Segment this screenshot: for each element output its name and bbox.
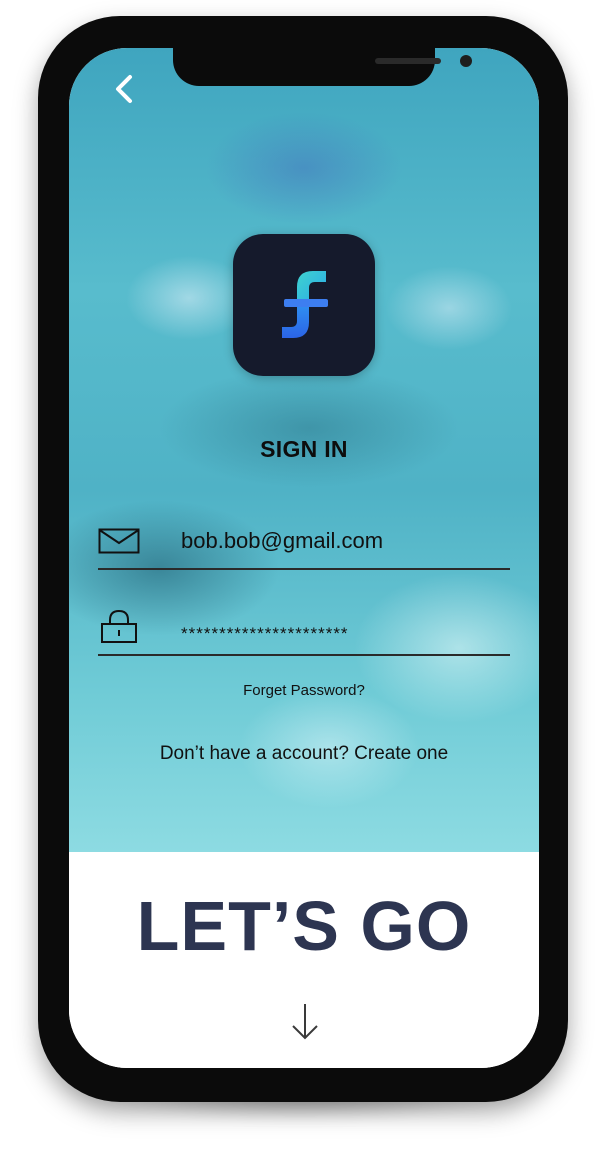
lets-go-button[interactable]: LET’S GO: [69, 886, 539, 966]
lock-icon: [100, 608, 138, 651]
front-camera: [460, 55, 472, 67]
phone-screen: SIGN IN bob.bob@gmail.com **************…: [69, 48, 539, 1068]
password-input[interactable]: **********************: [181, 624, 349, 644]
envelope-icon: [98, 528, 140, 559]
speaker-grille: [375, 58, 441, 64]
f-letter-logo-icon: [282, 271, 328, 338]
sign-in-title: SIGN IN: [260, 436, 348, 462]
password-field[interactable]: **********************: [98, 608, 510, 656]
phone-notch: [173, 48, 472, 86]
app-logo: [233, 234, 375, 376]
email-field[interactable]: bob.bob@gmail.com: [98, 522, 510, 570]
create-account-link[interactable]: Don’t have a account? Create one: [69, 743, 539, 765]
back-button[interactable]: [109, 72, 139, 106]
forgot-password-link[interactable]: Forget Password?: [69, 682, 539, 699]
arrow-down-button[interactable]: [291, 1002, 319, 1042]
chevron-left-icon: [116, 75, 132, 103]
arrow-down-icon: [292, 1004, 318, 1040]
page: SIGN IN bob.bob@gmail.com **************…: [0, 0, 598, 1150]
bottom-panel: LET’S GO: [69, 852, 539, 1068]
email-input[interactable]: bob.bob@gmail.com: [181, 528, 383, 554]
